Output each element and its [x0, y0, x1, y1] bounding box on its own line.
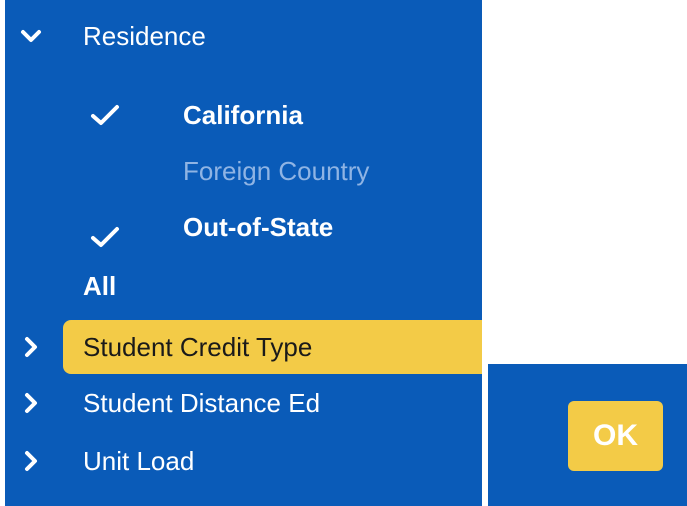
filter-group-student-credit-type[interactable]: Student Credit Type	[5, 325, 482, 369]
filter-group-residence[interactable]: Residence	[5, 14, 482, 58]
option-foreign-country: Foreign Country	[5, 149, 482, 193]
chevron-down-icon[interactable]	[19, 24, 43, 48]
filter-group-label: Student Credit Type	[83, 331, 313, 362]
filter-group-label: Student Distance Ed	[83, 387, 321, 418]
option-all[interactable]: All	[5, 264, 205, 308]
checkmark-icon	[89, 223, 121, 251]
filter-panel: Residence California Foreign Country Out…	[5, 0, 482, 506]
option-label: Foreign Country	[183, 155, 370, 186]
chevron-right-icon[interactable]	[19, 449, 43, 473]
chevron-right-icon[interactable]	[19, 335, 43, 359]
action-panel: OK	[488, 364, 687, 506]
filter-group-label: Unit Load	[83, 445, 195, 476]
filter-group-label: Residence	[83, 20, 206, 51]
filter-group-unit-load[interactable]: Unit Load	[5, 439, 482, 483]
chevron-right-icon[interactable]	[19, 391, 43, 415]
checkmark-icon	[89, 101, 121, 129]
ok-button[interactable]: OK	[568, 401, 663, 471]
filter-dialog: Residence California Foreign Country Out…	[0, 0, 687, 506]
filter-group-student-distance-ed[interactable]: Student Distance Ed	[5, 381, 482, 425]
option-california[interactable]: California	[5, 93, 482, 137]
option-all-label: All	[83, 270, 117, 301]
option-label: California	[183, 99, 303, 130]
option-out-of-state[interactable]: Out-of-State	[5, 205, 482, 249]
option-label: Out-of-State	[183, 211, 334, 242]
